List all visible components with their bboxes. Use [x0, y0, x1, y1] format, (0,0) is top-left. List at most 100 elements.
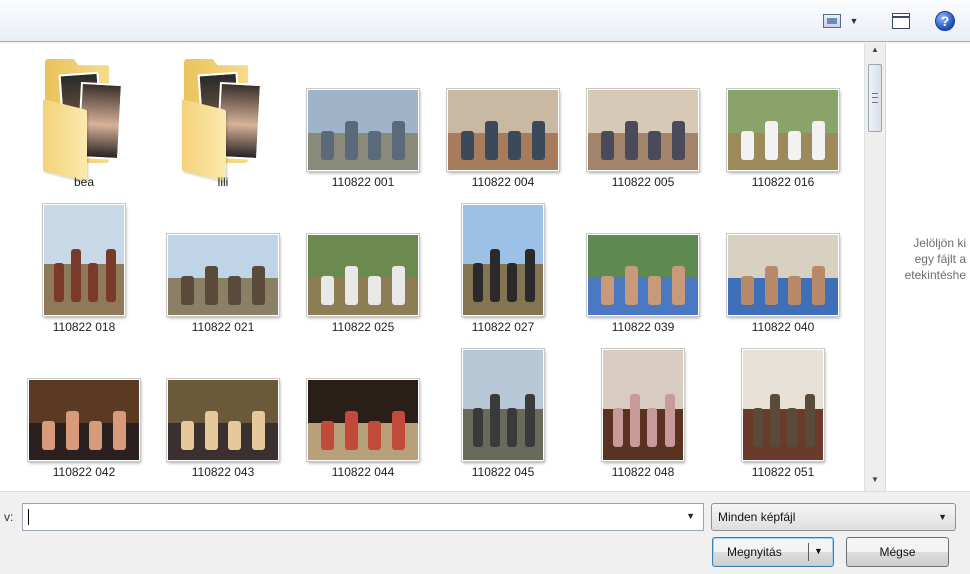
open-button-label: Megnyitás — [727, 545, 782, 559]
change-view-icon — [823, 14, 841, 28]
file-item[interactable]: 110822 044 — [293, 341, 433, 481]
folder-item[interactable]: bea — [14, 51, 154, 191]
file-name-label: 110822 048 — [611, 465, 675, 479]
preview-message: Jelöljön ki egy fájlt a etekintéshe — [886, 235, 970, 283]
file-item[interactable]: 110822 051 — [713, 341, 853, 481]
thumbnail-container — [153, 51, 293, 182]
photo-thumbnail — [446, 88, 560, 172]
open-file-dialog: ▼ ? bea lili 110822 001 110822 004 110822 00… — [0, 0, 970, 574]
thumbnail-container — [573, 341, 713, 462]
photo-thumbnail — [166, 378, 280, 462]
photo-thumbnail — [601, 348, 685, 462]
preview-pane-icon — [892, 13, 910, 29]
folder-item[interactable]: lili — [153, 51, 293, 191]
photo-thumbnail — [42, 203, 126, 317]
cancel-button-label: Mégse — [879, 545, 916, 559]
view-options-dropdown[interactable]: ▼ — [847, 10, 861, 32]
scrollbar-thumb[interactable] — [868, 64, 882, 132]
preview-message-line: Jelöljön ki — [913, 236, 966, 250]
file-item[interactable]: 110822 021 — [153, 196, 293, 336]
file-item[interactable]: 110822 025 — [293, 196, 433, 336]
folder-icon — [178, 59, 268, 182]
file-name-label: 110822 025 — [331, 320, 395, 334]
filename-label: v: — [4, 510, 14, 524]
scroll-down-arrow-icon[interactable]: ▼ — [865, 475, 885, 489]
vertical-scrollbar[interactable]: ▲ ▼ — [864, 43, 884, 491]
file-item[interactable]: 110822 016 — [713, 51, 853, 191]
photo-thumbnail — [306, 378, 420, 462]
file-item[interactable]: 110822 040 — [713, 196, 853, 336]
photo-thumbnail — [306, 88, 420, 172]
file-name-label: 110822 027 — [471, 320, 535, 334]
file-name-label: 110822 042 — [52, 465, 116, 479]
preview-message-line: egy fájlt a — [914, 252, 966, 266]
thumbnail-container — [713, 51, 853, 172]
photo-thumbnail — [461, 348, 545, 462]
filename-input[interactable]: ▼ — [22, 503, 704, 531]
filename-history-dropdown-icon[interactable]: ▼ — [686, 511, 695, 521]
grip-icon — [872, 93, 878, 103]
thumbnail-container — [14, 341, 154, 462]
preview-message-line: etekintéshe — [904, 268, 966, 282]
photo-thumbnail — [27, 378, 141, 462]
photo-thumbnail — [586, 233, 700, 317]
file-item[interactable]: 110822 001 — [293, 51, 433, 191]
chevron-down-icon: ▼ — [938, 512, 947, 522]
file-type-filter-select[interactable]: Minden képfájl ▼ — [711, 503, 956, 531]
open-button[interactable]: Megnyitás ▼ — [712, 537, 834, 567]
photo-thumbnail — [166, 233, 280, 317]
file-list[interactable]: bea lili 110822 001 110822 004 110822 005 110… — [0, 43, 864, 491]
file-item[interactable]: 110822 004 — [433, 51, 573, 191]
thumbnail-container — [433, 196, 573, 317]
file-name-label: 110822 018 — [52, 320, 116, 334]
thumbnail-container — [293, 51, 433, 172]
thumbnail-container — [573, 51, 713, 172]
photo-thumbnail — [306, 233, 420, 317]
file-item[interactable]: 110822 048 — [573, 341, 713, 481]
text-caret — [28, 509, 29, 525]
photo-thumbnail — [726, 88, 840, 172]
thumbnail-container — [713, 341, 853, 462]
file-item[interactable]: 110822 043 — [153, 341, 293, 481]
file-name-label: 110822 040 — [751, 320, 815, 334]
file-name-label: 110822 021 — [191, 320, 255, 334]
photo-thumbnail — [726, 233, 840, 317]
photo-thumbnail — [461, 203, 545, 317]
thumbnail-container — [14, 196, 154, 317]
thumbnail-container — [293, 196, 433, 317]
thumbnail-container — [433, 341, 573, 462]
open-options-dropdown-icon[interactable]: ▼ — [814, 546, 823, 556]
help-icon: ? — [935, 11, 955, 31]
file-name-label: 110822 044 — [331, 465, 395, 479]
file-name-label: lili — [217, 175, 229, 189]
toolbar: ▼ ? — [0, 0, 970, 42]
file-item[interactable]: 110822 018 — [14, 196, 154, 336]
file-item[interactable]: 110822 027 — [433, 196, 573, 336]
file-item[interactable]: 110822 042 — [14, 341, 154, 481]
file-item[interactable]: 110822 005 — [573, 51, 713, 191]
thumbnail-container — [153, 196, 293, 317]
file-name-label: 110822 005 — [611, 175, 675, 189]
thumbnail-container — [14, 51, 154, 182]
file-item[interactable]: 110822 039 — [573, 196, 713, 336]
cancel-button[interactable]: Mégse — [846, 537, 949, 567]
file-item[interactable]: 110822 045 — [433, 341, 573, 481]
photo-thumbnail — [586, 88, 700, 172]
file-name-label: 110822 039 — [611, 320, 675, 334]
photo-thumbnail — [741, 348, 825, 462]
file-name-label: 110822 043 — [191, 465, 255, 479]
folder-icon — [39, 59, 129, 182]
thumbnail-container — [293, 341, 433, 462]
change-view-button[interactable] — [820, 10, 844, 32]
thumbnail-container — [433, 51, 573, 172]
scroll-up-arrow-icon[interactable]: ▲ — [865, 45, 885, 59]
chevron-down-icon: ▼ — [849, 16, 859, 26]
split-divider — [808, 543, 809, 561]
file-name-label: bea — [73, 175, 95, 189]
preview-pane: Jelöljön ki egy fájlt a etekintéshe — [885, 43, 970, 491]
file-name-label: 110822 001 — [331, 175, 395, 189]
thumbnail-container — [153, 341, 293, 462]
help-button[interactable]: ? — [933, 10, 957, 32]
preview-pane-button[interactable] — [889, 10, 913, 32]
file-name-label: 110822 045 — [471, 465, 535, 479]
